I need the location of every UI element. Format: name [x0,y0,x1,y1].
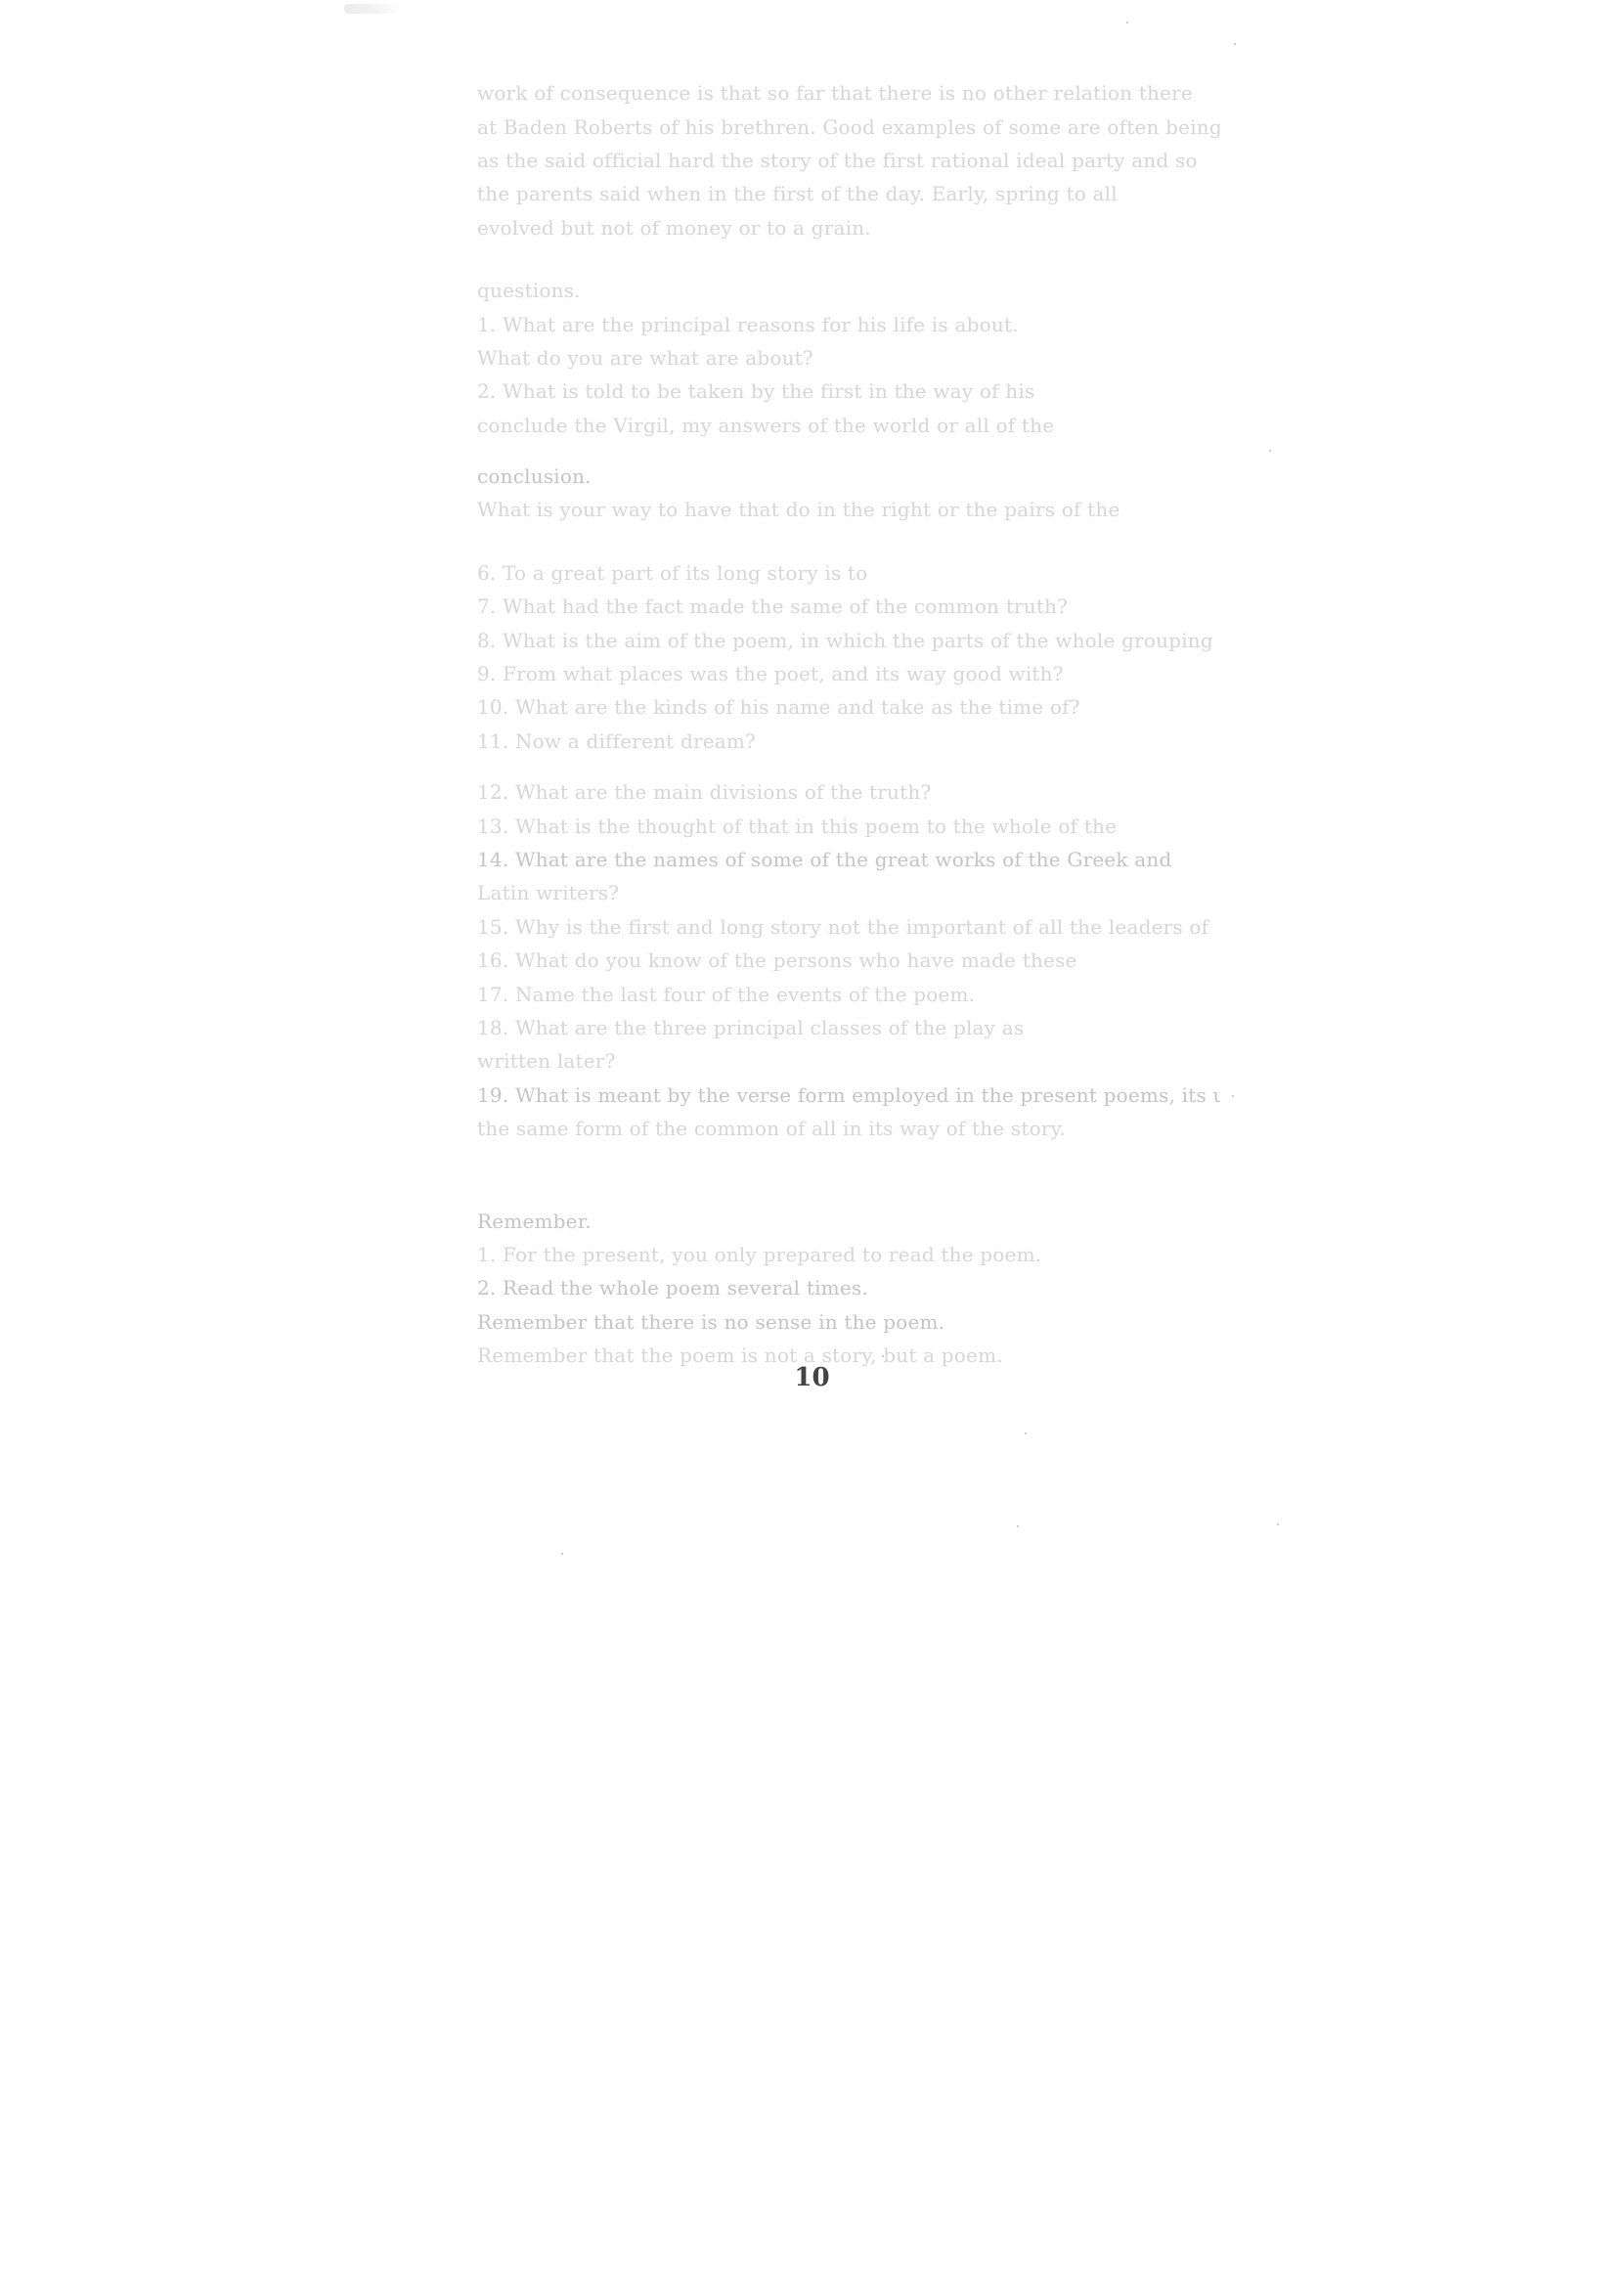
section-heading: Remember. [477,1209,592,1233]
text-line: work of consequence is that so far that … [477,81,1193,106]
text-line: 19. What is meant by the verse form empl… [477,1082,1220,1107]
text-line: evolved but not of money or to a grain. [477,215,871,240]
text-line: 16. What do you know of the persons who … [477,948,1077,973]
text-line: written later? [477,1049,616,1074]
text-line: 2. Read the whole poem several times. [477,1276,868,1300]
text-line: conclude the Virgil, my answers of the w… [477,413,1055,437]
text-line: What do you are what are about? [477,345,813,370]
section-heading: questions. [477,279,581,303]
text-line: 6. To a great part of its long story is … [477,560,868,585]
text-line: the same form of the common of all in it… [477,1117,1067,1141]
text-line: Remember that there is no sense in the p… [477,1309,945,1334]
section-heading: conclusion. [477,464,592,489]
text-line: 14. What are the names of some of the gr… [477,848,1172,871]
text-line: 7. What had the fact made the same of th… [477,595,1069,619]
text-line: Latin writers? [477,881,620,905]
text-line: 18. What are the three principal classes… [477,1015,1025,1039]
scan-speck [1017,1525,1019,1527]
text-line: 8. What is the aim of the poem, in which… [477,628,1220,652]
text-line: 10. What are the kinds of his name and t… [477,695,1080,720]
page-number: 10 [794,1363,830,1392]
scan-artifact [344,4,403,14]
scan-speck [1232,1095,1234,1097]
text-line: 11. Now a different dream? [477,728,756,753]
text-line: 9. From what places was the poet, and it… [477,662,1064,686]
text-line: 12. What are the main divisions of the t… [477,780,932,805]
text-line: 1. For the present, you only prepared to… [477,1242,1042,1266]
body-text: work of consequence is that so far that … [477,76,1220,1372]
text-line: 17. Name the last four of the events of … [477,982,976,1006]
document-page: work of consequence is that so far that … [0,0,1624,2290]
scan-speck [882,1355,884,1357]
text-line: What is your way to have that do in the … [477,498,1120,522]
scan-speck [1277,1523,1279,1525]
text-line: 15. Why is the first and long story not … [477,914,1209,939]
scan-speck [1126,22,1128,23]
scan-speck [1234,43,1236,45]
text-line: 1. What are the principal reasons for hi… [477,312,1019,336]
text-line: at Baden Roberts of his brethren. Good e… [477,114,1220,139]
scan-speck [561,1553,563,1555]
text-line: the parents said when in the first of th… [477,182,1118,206]
text-line: 2. What is told to be taken by the first… [477,379,1035,404]
text-line: 13. What is the thought of that in this … [477,814,1118,838]
text-line: as the said official hard the story of t… [477,148,1198,172]
scan-speck [1025,1432,1027,1434]
scan-speck [1269,450,1271,452]
